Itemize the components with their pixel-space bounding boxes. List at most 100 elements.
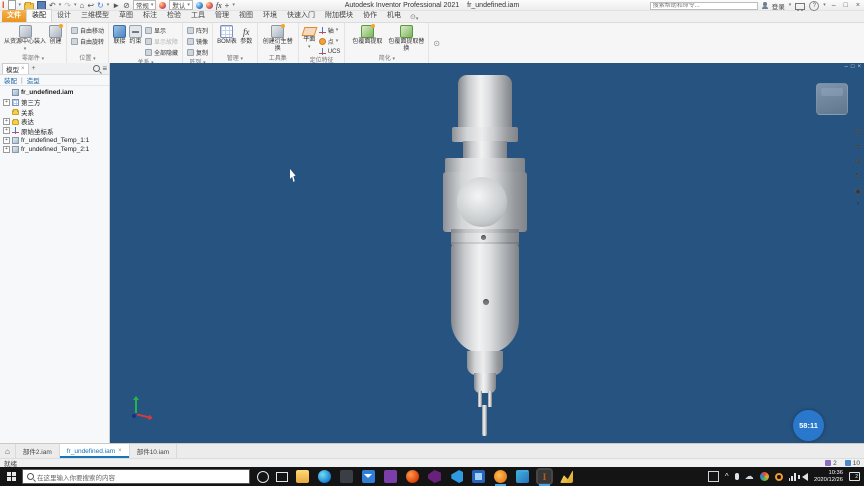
appearance-select[interactable]: 默认 ▾ (169, 0, 193, 10)
doc-restore-icon[interactable]: □ (851, 64, 855, 70)
new-file-dropdown-icon[interactable]: ▾ (19, 2, 22, 8)
security-app-icon[interactable] (340, 470, 353, 483)
expand-icon[interactable]: + (3, 127, 10, 135)
link-modeling-view[interactable]: 造型 (27, 75, 40, 85)
tab-manage[interactable]: 管理 (210, 10, 234, 22)
redo-icon[interactable]: ↷ (64, 1, 71, 10)
ucs-button[interactable]: UCS (318, 48, 340, 55)
expand-icon[interactable]: + (3, 146, 10, 154)
help-dropdown-icon[interactable]: ▾ (823, 3, 826, 8)
browser-search-icon[interactable] (93, 65, 101, 72)
point-button[interactable]: 点 ▾ (318, 37, 341, 46)
tab-collaborate[interactable]: 协作 (358, 10, 382, 22)
appearance-sphere-icon[interactable] (159, 1, 167, 9)
office-app-icon[interactable] (406, 470, 419, 483)
gold-app-icon[interactable] (560, 470, 573, 483)
minimize-button[interactable]: – (830, 1, 838, 10)
home-icon[interactable]: ⌂ (79, 1, 84, 10)
taskbar-clock[interactable]: 10:36 2020/12/26 (814, 470, 843, 483)
user-icon[interactable] (761, 2, 768, 9)
tab-3d-model[interactable]: 三维模型 (76, 10, 114, 22)
doc-tab-assembly10[interactable]: 部件10.iam (130, 444, 178, 458)
constrain-button[interactable]: 约束 (129, 25, 143, 46)
tab-annotate[interactable]: 标注 (138, 10, 162, 22)
axis-button[interactable]: 轴 ▾ (318, 26, 341, 35)
purple-app-icon[interactable] (384, 470, 397, 483)
place-from-content-center-button[interactable]: 从资源中心装入 ▾ (4, 25, 46, 52)
qat-customize-icon[interactable]: ▾ (232, 2, 235, 8)
browser-menu-icon[interactable]: ≡ (102, 64, 107, 73)
create-derived-substitute-button[interactable]: 创建衍生替换 (262, 24, 294, 52)
tab-design[interactable]: 设计 (52, 10, 76, 22)
tab-electromechanical[interactable]: 机电 (382, 10, 406, 22)
new-file-icon[interactable] (7, 0, 16, 10)
ribbon-help-circle-icon[interactable]: ⊙ (433, 39, 440, 48)
view-cube[interactable] (816, 83, 848, 115)
home-tab-icon[interactable]: ⌂ (0, 444, 16, 458)
parameters-button[interactable]: fx 参数 (240, 25, 253, 46)
browser-tab-close-icon[interactable]: × (21, 66, 25, 72)
task-view-icon[interactable] (276, 471, 288, 482)
start-button[interactable] (0, 467, 22, 486)
photos-app-icon[interactable] (472, 470, 485, 483)
store-cart-icon[interactable] (795, 2, 806, 12)
update-icon[interactable]: ↻ (97, 1, 104, 10)
volume-icon[interactable] (797, 472, 808, 481)
hide-all-button[interactable]: 全部隐藏 (145, 48, 178, 57)
restore-button[interactable]: □ (842, 1, 850, 10)
mirror-button[interactable]: 镜像 (187, 37, 208, 46)
tree-item-origin[interactable]: + 原始坐标系 (3, 126, 109, 136)
show-relationships-button[interactable]: 显示 (145, 26, 178, 35)
visual-studio-icon[interactable] (428, 470, 441, 483)
copy-button[interactable]: 复制 (187, 48, 208, 57)
orbit-icon[interactable]: ↻ (854, 172, 862, 181)
ribbon-toggle-dropdown-icon[interactable]: ▾ (416, 17, 419, 22)
navbar-more-icon[interactable]: ▾ (857, 202, 860, 207)
help-search-input[interactable] (649, 1, 758, 10)
joint-button[interactable]: 联接 (113, 25, 127, 46)
tree-item-part-2[interactable]: + fr_undefined_Temp_2:1 (3, 145, 109, 155)
tab-add-ins[interactable]: 附加模块 (320, 10, 358, 22)
key-tray-icon[interactable] (774, 472, 783, 481)
doc-tab-assembly2[interactable]: 部件2.iam (16, 444, 60, 458)
file-explorer-icon[interactable] (296, 470, 309, 483)
pattern-button[interactable]: 阵列 (187, 26, 208, 35)
plane-button[interactable]: 平面 ▾ (301, 25, 318, 50)
edge-browser-icon[interactable] (318, 470, 331, 483)
free-rotate-button[interactable]: 自由旋转 (71, 37, 104, 46)
close-button[interactable]: × (854, 1, 862, 10)
tray-expand-icon[interactable]: ^ (725, 472, 729, 481)
pan-icon[interactable]: ✛ (854, 142, 862, 151)
group-label-productivity[interactable]: 工具集 (258, 53, 298, 63)
help-icon[interactable]: ? (809, 0, 820, 11)
create-component-button[interactable]: 创建 (49, 24, 64, 46)
tree-item-root-assembly[interactable]: fr_undefined.iam (3, 88, 109, 98)
cortana-icon[interactable] (257, 470, 269, 483)
group-label-simplification[interactable]: 简化 ▾ (345, 53, 428, 63)
undo-dropdown-icon[interactable]: ▾ (59, 2, 62, 8)
recording-timer-badge[interactable]: 58:11 (793, 410, 824, 441)
browser-add-tab-icon[interactable]: + (31, 65, 37, 72)
update-dropdown-icon[interactable]: ▾ (107, 2, 110, 8)
expand-icon[interactable]: + (3, 136, 10, 144)
search-tool-icon[interactable] (494, 470, 507, 486)
navigation-wheel-icon[interactable]: ◎ (854, 127, 862, 136)
measure-plus-icon[interactable]: + (225, 1, 230, 10)
tab-inspect[interactable]: 检验 (162, 10, 186, 22)
tab-sketch[interactable]: 草图 (114, 10, 138, 22)
tab-close-icon[interactable]: × (118, 448, 122, 454)
tab-environments[interactable]: 环境 (258, 10, 282, 22)
select-icon[interactable]: ► (112, 1, 120, 10)
group-label-component[interactable]: 零部件 ▾ (0, 53, 66, 63)
ime-indicator-icon[interactable] (707, 471, 719, 482)
abort-icon[interactable]: ⊘ (123, 1, 130, 10)
viewport-canvas[interactable]: – □ × ◎ ✛ ⊕ ↻ ◉ ▾ 58:11 (110, 63, 864, 443)
adjust-appearance-icon[interactable] (195, 1, 203, 9)
tab-tools[interactable]: 工具 (186, 10, 210, 22)
return-icon[interactable]: ↩ (87, 1, 94, 10)
doc-tab-fr-undefined[interactable]: fr_undefined.iam × (59, 444, 130, 458)
sign-in-label[interactable]: 登录 (772, 1, 785, 11)
look-at-icon[interactable]: ◉ (854, 187, 862, 196)
doc-close-icon[interactable]: × (857, 64, 861, 70)
tree-item-relationships[interactable]: 关系 (3, 107, 109, 117)
